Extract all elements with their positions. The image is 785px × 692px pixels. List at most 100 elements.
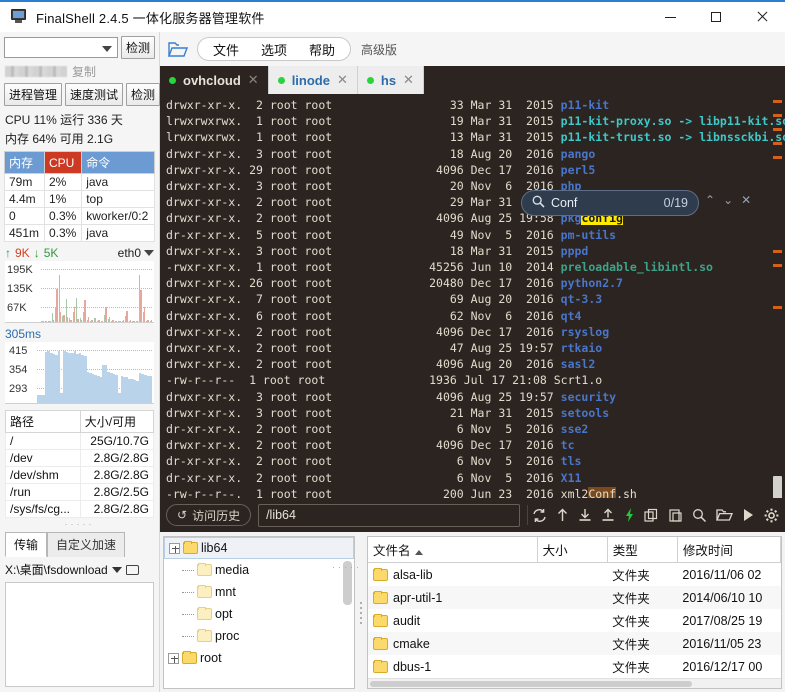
- table-row[interactable]: /sys/fs/cg... 2.8G/2.8G: [6, 501, 154, 518]
- terminal-area[interactable]: drwxr-xr-x. 2 root root 33 Mar 31 2015 p…: [160, 94, 785, 498]
- host-combo-box[interactable]: [4, 37, 118, 58]
- speed-test-button[interactable]: 速度测试: [65, 83, 123, 106]
- transfer-list-area[interactable]: [5, 582, 154, 687]
- detect-button[interactable]: 检测: [126, 83, 160, 106]
- search-icon: [532, 195, 545, 211]
- gear-icon[interactable]: [764, 508, 779, 523]
- advanced-version-label[interactable]: 高级版: [361, 41, 397, 58]
- disk-splitter-handle[interactable]: ·····: [0, 518, 159, 529]
- terminal-tab-linode[interactable]: linode ✕: [269, 66, 358, 94]
- disk-path: /sys/fs/cg...: [6, 501, 81, 518]
- menu-help[interactable]: 帮助: [298, 38, 346, 61]
- table-row[interactable]: dbus-1 文件夹 2016/12/17 00: [368, 655, 781, 678]
- list-item[interactable]: proc: [164, 625, 354, 647]
- process-col-cpu[interactable]: CPU: [44, 152, 81, 174]
- disk-col-path[interactable]: 路径: [6, 411, 81, 433]
- table-row[interactable]: 451m 0.3% java: [5, 225, 155, 242]
- find-query[interactable]: Conf: [551, 196, 658, 210]
- search-icon[interactable]: [692, 508, 707, 523]
- terminal-scrollbar[interactable]: [772, 94, 783, 498]
- disk-path: /run: [6, 484, 81, 501]
- open-folder-icon[interactable]: [716, 508, 733, 522]
- file-col-type[interactable]: 类型: [607, 537, 677, 563]
- detect-button-top[interactable]: 检测: [121, 36, 155, 59]
- terminal-tab-ovhcloud[interactable]: ovhcloud ✕: [160, 66, 269, 94]
- table-row[interactable]: 0 0.3% kworker/0:2: [5, 208, 155, 225]
- list-item[interactable]: mnt: [164, 581, 354, 603]
- table-row[interactable]: audit 文件夹 2017/08/25 19: [368, 609, 781, 632]
- latency-y-label-2: 293: [9, 380, 27, 399]
- table-row[interactable]: /dev 2.8G/2.8G: [6, 450, 154, 467]
- find-next-icon[interactable]: ⌄: [723, 193, 733, 207]
- table-row[interactable]: /run 2.8G/2.5G: [6, 484, 154, 501]
- expand-icon[interactable]: [168, 653, 179, 664]
- history-icon: ↺: [177, 508, 187, 522]
- close-icon[interactable]: ✕: [337, 72, 348, 88]
- tree-node-label: opt: [215, 607, 232, 621]
- file-col-size[interactable]: 大小: [537, 537, 607, 563]
- process-memory: 0: [5, 208, 45, 225]
- maximize-button[interactable]: [693, 1, 739, 33]
- process-col-memory[interactable]: 内存: [5, 152, 45, 174]
- tab-transfer[interactable]: 传输: [5, 532, 47, 557]
- file-name: alsa-lib: [368, 563, 537, 587]
- find-close-icon[interactable]: ✕: [741, 193, 751, 207]
- path-input[interactable]: /lib64: [258, 504, 520, 527]
- top-toolbar: 文件 选项 帮助 高级版: [160, 32, 785, 66]
- download-path-row: X:\桌面\fsdownload: [0, 557, 159, 582]
- download-path-label: X:\桌面\fsdownload: [5, 561, 108, 578]
- list-item[interactable]: root: [164, 647, 354, 669]
- parent-dir-icon[interactable]: [556, 508, 569, 523]
- tab-custom-accel[interactable]: 自定义加速: [47, 532, 125, 557]
- table-row[interactable]: 79m 2% java: [5, 174, 155, 191]
- directory-tree[interactable]: lib64 media mnt: [163, 536, 355, 689]
- refresh-icon[interactable]: [532, 508, 547, 523]
- table-row[interactable]: cmake 文件夹 2016/11/05 23: [368, 632, 781, 655]
- disk-size: 2.8G/2.5G: [80, 484, 153, 501]
- file-name: dbus-1: [368, 655, 537, 678]
- file-col-modified[interactable]: 修改时间: [677, 537, 780, 563]
- chevron-down-icon[interactable]: [112, 567, 122, 573]
- process-col-command[interactable]: 命令: [82, 152, 155, 174]
- list-item[interactable]: opt: [164, 603, 354, 625]
- table-row[interactable]: / 25G/10.7G: [6, 433, 154, 450]
- history-button[interactable]: ↺ 访问历史: [166, 504, 251, 526]
- explorer-splitter-handle[interactable]: ·····: [332, 562, 362, 572]
- table-row[interactable]: 4.4m 1% top: [5, 191, 155, 208]
- upload-icon[interactable]: [601, 508, 615, 523]
- open-folder-icon[interactable]: [168, 41, 187, 57]
- file-modified: 2017/08/25 19: [677, 609, 780, 632]
- file-list-hscrollbar[interactable]: [368, 678, 781, 688]
- terminal-tab-hs[interactable]: hs ✕: [358, 66, 424, 94]
- expand-icon[interactable]: [169, 543, 180, 554]
- process-manager-button[interactable]: 进程管理: [4, 83, 62, 106]
- menu-options[interactable]: 选项: [250, 38, 298, 61]
- list-item[interactable]: media: [164, 559, 354, 581]
- file-col-name[interactable]: 文件名: [368, 537, 537, 563]
- left-sidebar: 检测 复制 进程管理 速度测试 检测 CPU 11% 运行 336 天 内存 6…: [0, 32, 160, 692]
- paste-icon[interactable]: [668, 508, 683, 523]
- menu-file[interactable]: 文件: [202, 38, 250, 61]
- close-icon[interactable]: ✕: [248, 72, 259, 88]
- disk-col-size[interactable]: 大小/可用: [80, 411, 153, 433]
- minimize-button[interactable]: [647, 1, 693, 33]
- quick-action-icon[interactable]: [624, 507, 635, 523]
- table-row[interactable]: apr-util-1 文件夹 2014/06/10 10: [368, 586, 781, 609]
- close-icon[interactable]: ✕: [403, 72, 414, 88]
- find-prev-icon[interactable]: ⌃: [705, 193, 715, 207]
- explorer-vertical-splitter[interactable]: [358, 536, 364, 689]
- folder-icon: [197, 608, 212, 620]
- interface-selector[interactable]: eth0: [118, 246, 154, 260]
- table-row[interactable]: /dev/shm 2.8G/2.8G: [6, 467, 154, 484]
- process-command: java: [82, 225, 155, 242]
- table-row[interactable]: alsa-lib 文件夹 2016/11/06 02: [368, 563, 781, 587]
- folder-icon[interactable]: [126, 565, 139, 575]
- run-icon[interactable]: [742, 508, 755, 522]
- copy-icon[interactable]: [644, 508, 659, 523]
- download-icon[interactable]: [578, 508, 592, 523]
- terminal-find-box[interactable]: Conf 0/19: [521, 190, 699, 216]
- copy-label[interactable]: 复制: [72, 63, 96, 80]
- list-item[interactable]: lib64: [164, 537, 354, 559]
- disk-size: 2.8G/2.8G: [80, 467, 153, 484]
- close-button[interactable]: [739, 1, 785, 33]
